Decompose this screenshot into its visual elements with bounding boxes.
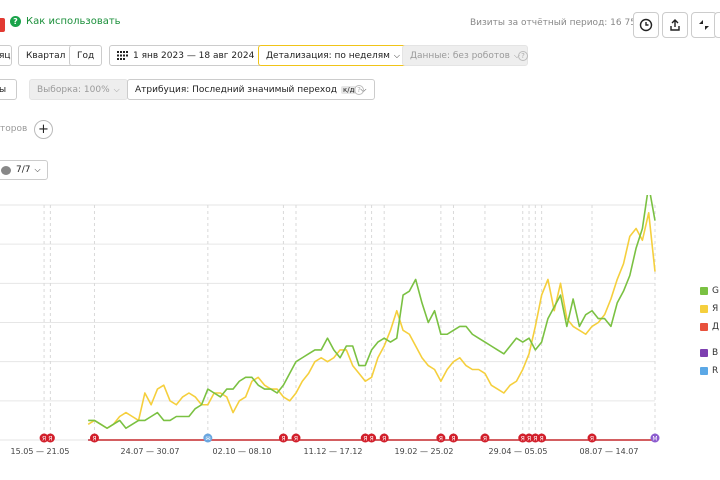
legend-label: R <box>712 366 719 376</box>
help-icon[interactable]: ? <box>518 51 528 61</box>
x-tick-label: 24.07 — 30.07 <box>120 447 180 456</box>
x-tick-label: 02.10 — 08.10 <box>212 447 272 456</box>
annotation-marker-label: Я <box>540 436 544 443</box>
chevron-down-icon: ⌵ <box>113 84 120 94</box>
annotations-dropdown[interactable]: 7/7 ⌵ <box>0 160 48 180</box>
legend-label: G <box>712 286 719 296</box>
legend-swatch <box>700 305 708 313</box>
annotation-marker-label: Я <box>521 436 525 443</box>
x-tick-label: 19.02 — 25.02 <box>394 447 454 456</box>
visits-summary: Визиты за отчётный период: 16 751 <box>470 18 642 28</box>
how-to-use-label: Как использовать <box>26 16 121 27</box>
legend-item[interactable]: R <box>700 366 718 376</box>
history-button[interactable] <box>633 12 659 38</box>
x-tick-label: 15.05 — 21.05 <box>10 447 70 456</box>
period-year-button[interactable]: Год <box>69 45 103 66</box>
annotation-marker-label: Я <box>439 436 443 443</box>
legend-item[interactable]: Я <box>700 304 718 314</box>
annotation-marker-label: Я <box>590 436 594 443</box>
legend-item[interactable]: В <box>700 348 718 358</box>
annotation-marker-label: Я <box>294 436 298 443</box>
detail-label: Детализация: по неделям <box>266 50 390 61</box>
goals-filter-partial: торов <box>0 124 28 134</box>
legend-item[interactable]: Д <box>700 322 719 332</box>
annotations-count: 7/7 <box>16 165 31 175</box>
sample-dropdown[interactable]: Выборка: 100% ⌵ <box>29 79 128 100</box>
period-month-button[interactable]: яц <box>0 45 12 66</box>
export-button[interactable] <box>662 12 688 38</box>
annotation-marker-label: Я <box>92 436 96 443</box>
x-tick-label: 08.07 — 14.07 <box>579 447 639 456</box>
date-range-button[interactable]: 1 янв 2023 — 18 авг 2024 <box>109 45 263 66</box>
how-to-use-link[interactable]: ? Как использовать <box>10 16 121 27</box>
clock-icon <box>639 18 653 32</box>
annotation-marker-label: Я <box>527 436 531 443</box>
chevron-down-icon: ⌵ <box>34 165 41 174</box>
date-range-label: 1 янв 2023 — 18 авг 2024 <box>133 50 255 61</box>
legend-label: В <box>712 348 719 358</box>
legend-item[interactable]: G <box>700 286 719 296</box>
calendar-icon <box>117 51 128 60</box>
comment-icon <box>1 165 11 175</box>
x-tick-label: 29.04 — 05.05 <box>488 447 548 456</box>
add-filter-button[interactable]: + <box>34 120 53 139</box>
period-quarter-button[interactable]: Квартал <box>18 45 74 66</box>
attribution-label: Атрибуция: Последний значимый переход <box>135 84 337 95</box>
sample-label: Выборка: 100% <box>37 84 110 95</box>
more-button-partial[interactable] <box>714 12 720 38</box>
legend-label: Я <box>712 304 719 314</box>
data-filter-label: Данные: без роботов <box>410 50 510 61</box>
detail-dropdown[interactable]: Детализация: по неделям ⌵ <box>258 45 408 66</box>
annotation-marker-label: Я <box>533 436 537 443</box>
legend-swatch <box>700 349 708 357</box>
annotation-marker-label: Я <box>42 436 46 443</box>
annotation-marker-label: Я <box>281 436 285 443</box>
segment-button[interactable]: ы <box>0 79 17 100</box>
annotation-marker-label: Я <box>48 436 52 443</box>
annotation-marker-label: Я <box>382 436 386 443</box>
annotation-marker-label: ✉ <box>205 436 210 443</box>
share-icon <box>670 19 680 31</box>
x-tick-label: 11.12 — 17.12 <box>303 447 363 456</box>
legend-swatch <box>700 323 708 331</box>
help-circle-icon: ? <box>10 16 21 27</box>
annotation-marker-label: Я <box>451 436 455 443</box>
traffic-line-chart: Я Я Я ✉ Я Я Я Я Я Я Я Я Я Я Я Я Я М <box>0 195 660 443</box>
attribution-dropdown[interactable]: Атрибуция: Последний значимый переход к/… <box>127 79 375 100</box>
annotation-marker-label: Я <box>370 436 374 443</box>
annotation-marker-label: Я <box>363 436 367 443</box>
annotation-marker-label: М <box>652 436 657 443</box>
legend-label: Д <box>712 322 720 332</box>
chevron-down-icon: ⌵ <box>393 50 400 60</box>
annotation-marker-label: Я <box>483 436 487 443</box>
data-filter-dropdown[interactable]: Данные: без роботов ⌵ <box>402 45 528 66</box>
legend-swatch <box>700 287 708 295</box>
help-icon[interactable]: ? <box>354 85 364 95</box>
section-indicator <box>0 18 5 32</box>
legend-swatch <box>700 367 708 375</box>
swap-icon <box>699 20 709 30</box>
